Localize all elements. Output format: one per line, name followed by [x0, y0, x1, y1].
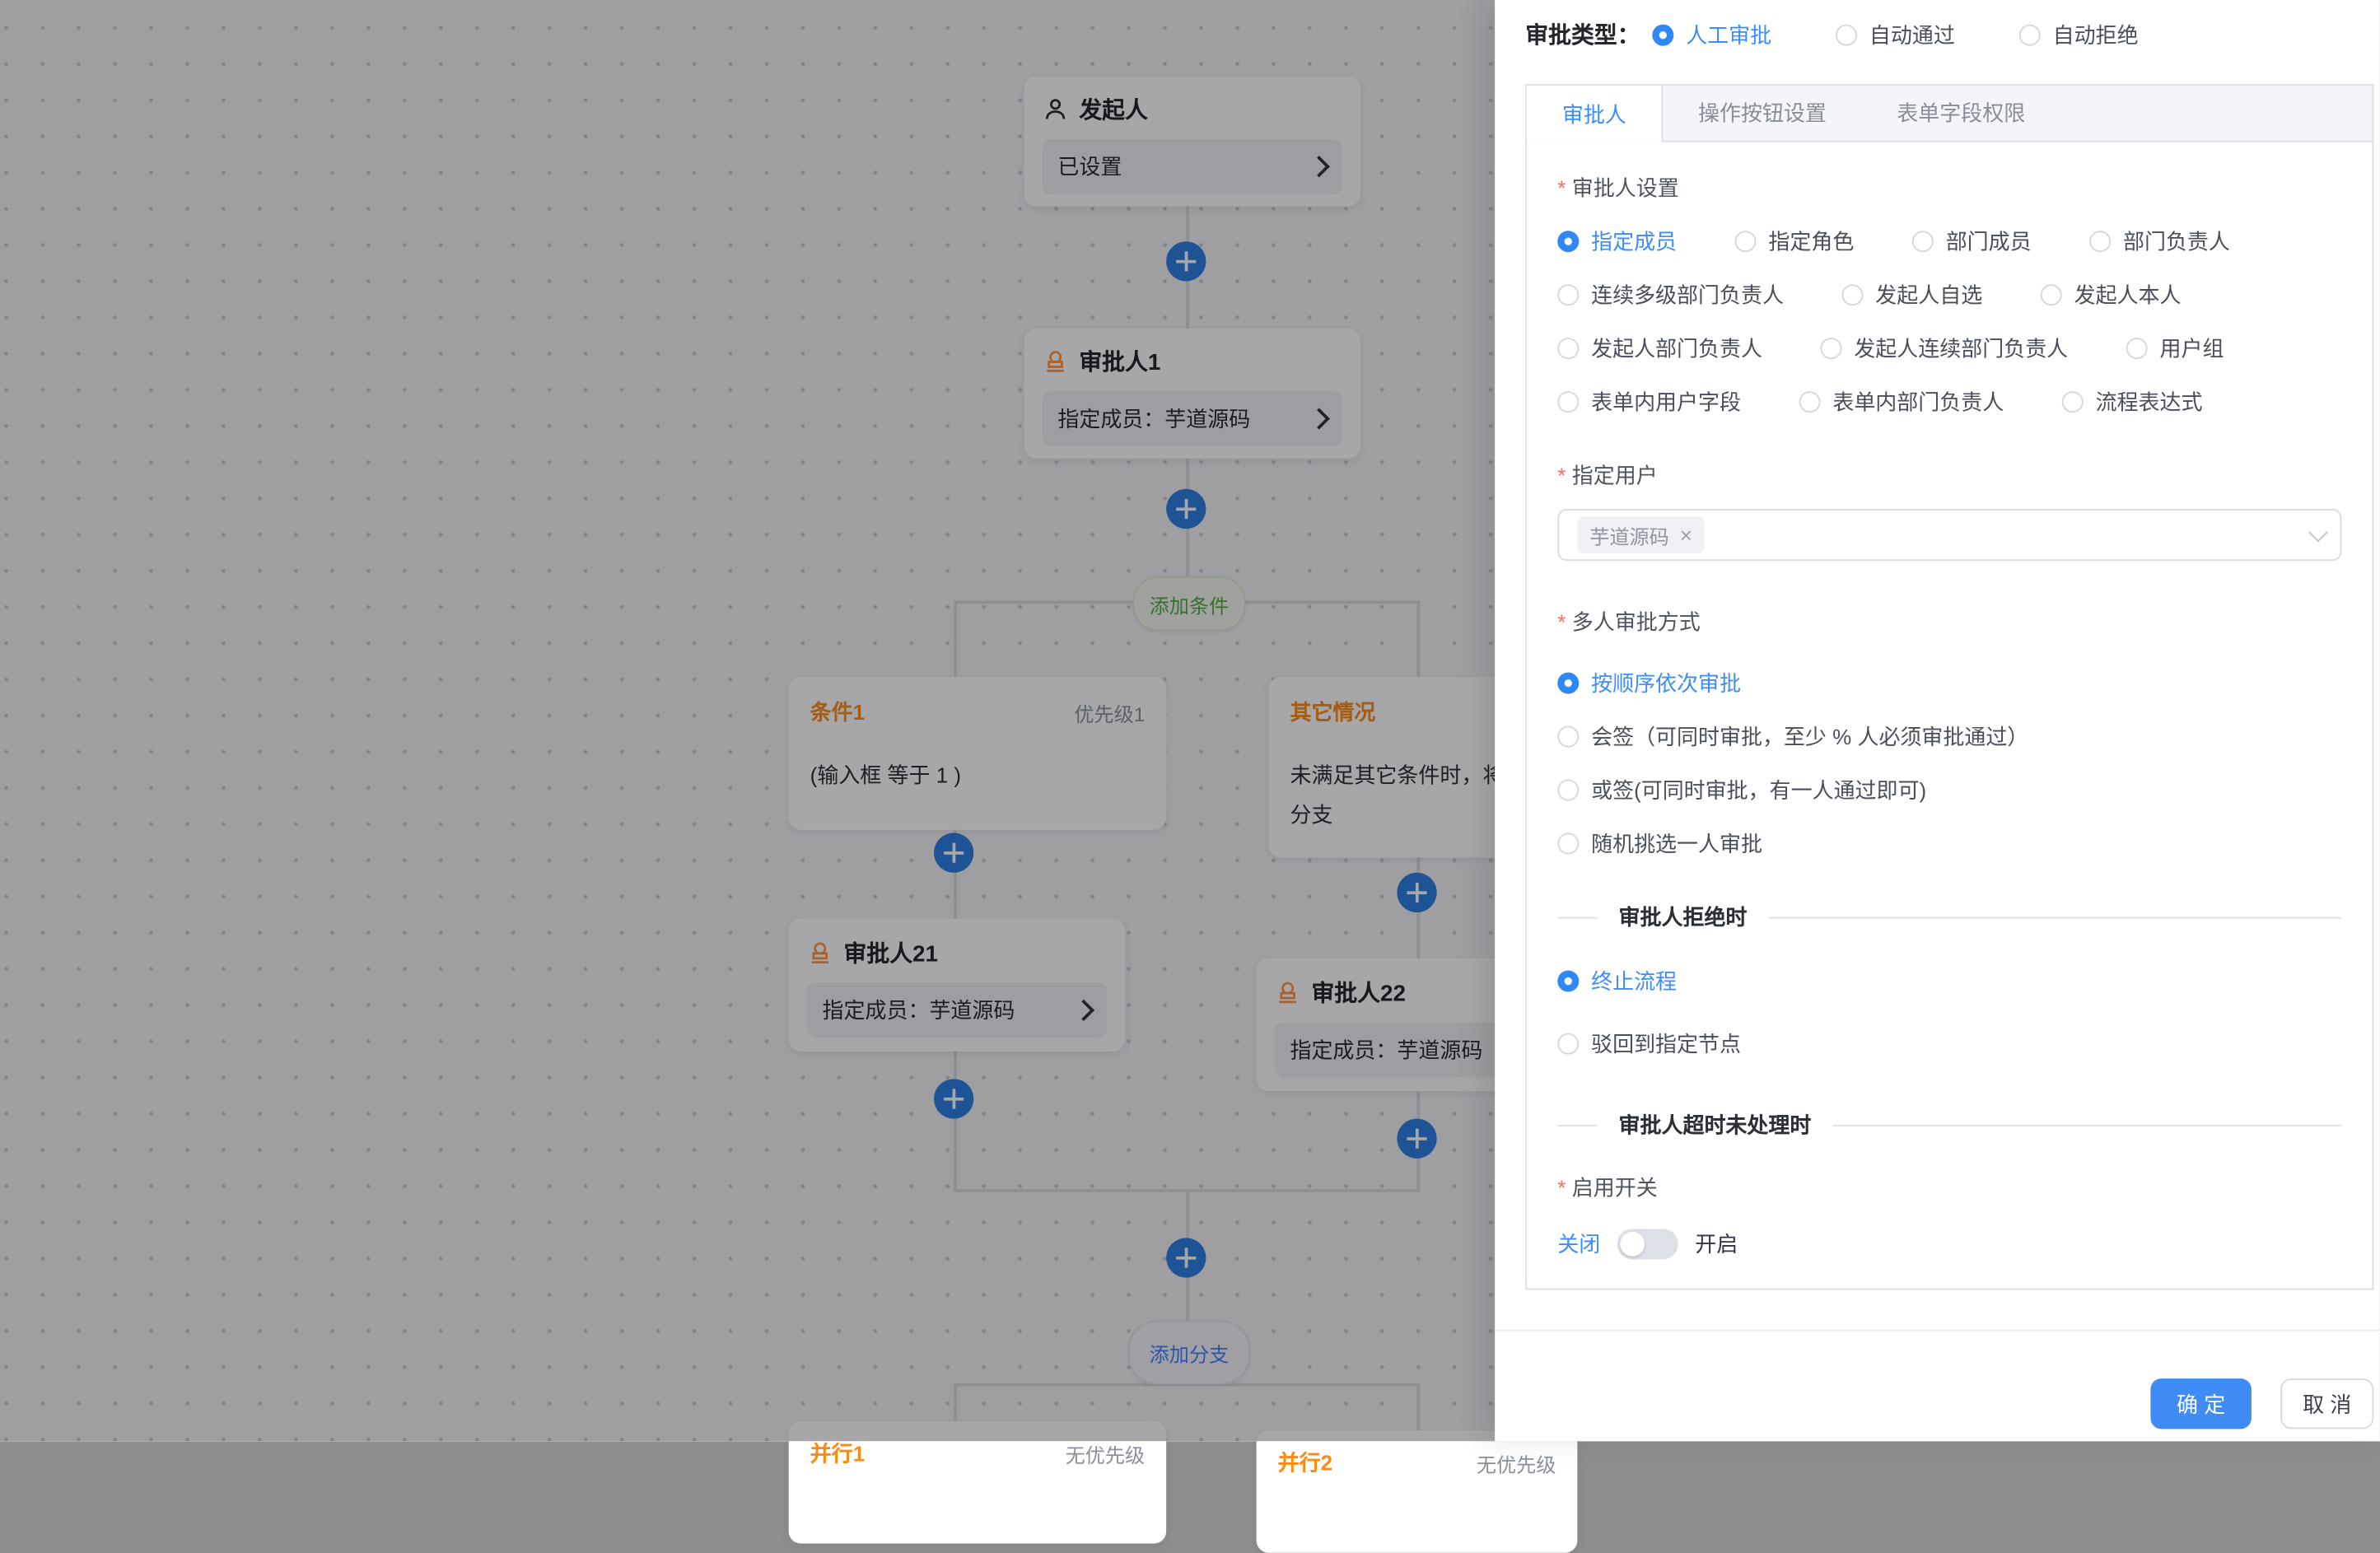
tab-header: 审批人 操作按钮设置 表单字段权限: [1527, 86, 2372, 142]
radio-icon: [1557, 833, 1579, 855]
required-asterisk: *: [1557, 610, 1566, 635]
radio-icon: [1557, 338, 1579, 359]
radio-countersign[interactable]: 会签（可同时审批，至少 % 人必须审批通过）: [1557, 721, 2028, 752]
radio-icon: [1820, 338, 1841, 359]
assign-user-label: * 指定用户: [1557, 460, 2341, 491]
timeout-section-divider: 审批人超时未处理时: [1557, 1109, 2341, 1140]
switch-off-label: 关闭: [1557, 1229, 1600, 1259]
radio-icon: [2041, 284, 2062, 305]
approver-settings-dialog: 审批类型： 人工审批 自动通过 自动拒绝 审批人 操作按钮设: [1495, 0, 2380, 1441]
timeout-switch-row: 关闭 开启: [1557, 1227, 2341, 1261]
radio-icon: [1735, 231, 1757, 252]
radio-orsign[interactable]: 或签(可同时审批，有一人通过即可): [1557, 775, 1926, 805]
radio-icon: [1836, 24, 1857, 45]
radio-dept-member[interactable]: 部门成员: [1912, 226, 2032, 257]
radio-icon: [1557, 1033, 1579, 1055]
radio-manual-approval[interactable]: 人工审批: [1652, 19, 1771, 49]
radio-icon: [1557, 780, 1579, 801]
radio-icon: [1799, 391, 1821, 413]
radio-form-dept-leader[interactable]: 表单内部门负责人: [1799, 387, 2004, 417]
approval-type-label: 审批类型：: [1525, 18, 1640, 50]
radio-return-to-node[interactable]: 驳回到指定节点: [1557, 1028, 1741, 1059]
node-parallel2[interactable]: 并行2 无优先级: [1257, 1430, 1578, 1552]
tab-form-field-permission[interactable]: 表单字段权限: [1862, 86, 2060, 141]
approval-type-row: 审批类型： 人工审批 自动通过 自动拒绝: [1525, 18, 2138, 50]
confirm-button[interactable]: 确 定: [2150, 1378, 2251, 1429]
radio-icon: [1557, 231, 1579, 252]
radio-icon: [2019, 24, 2041, 45]
radio-initiator-self[interactable]: 发起人本人: [2041, 280, 2182, 310]
radio-icon: [1557, 971, 1579, 992]
radio-user-group[interactable]: 用户组: [2126, 333, 2224, 364]
radio-icon: [1557, 284, 1579, 305]
timeout-toggle[interactable]: [1617, 1229, 1678, 1259]
reject-section-divider: 审批人拒绝时: [1557, 902, 2341, 932]
selected-user-tag: 芋道源码 ×: [1577, 516, 1704, 553]
timeout-section-title: 审批人超时未处理时: [1598, 1109, 1833, 1140]
enable-switch-label: * 启用开关: [1557, 1173, 2341, 1203]
tab-approver[interactable]: 审批人: [1527, 86, 1663, 142]
radio-form-user-field[interactable]: 表单内用户字段: [1557, 387, 1741, 417]
radio-icon: [2126, 338, 2148, 359]
radio-terminate-process[interactable]: 终止流程: [1557, 966, 1677, 996]
tab-button-settings[interactable]: 操作按钮设置: [1663, 86, 1861, 141]
radio-icon: [2089, 231, 2111, 252]
tab-body: * 审批人设置 指定成员 指定角色 部门成员 部门负责人: [1527, 142, 2372, 1289]
branch-title: 并行2: [1278, 1448, 1332, 1478]
required-asterisk: *: [1557, 463, 1566, 487]
radio-icon: [1841, 284, 1863, 305]
footer-divider: [1495, 1330, 2380, 1331]
radio-icon: [1912, 231, 1934, 252]
radio-auto-reject[interactable]: 自动拒绝: [2019, 19, 2139, 49]
cancel-button[interactable]: 取 消: [2280, 1378, 2373, 1429]
radio-icon: [2062, 391, 2084, 413]
radio-dept-leader[interactable]: 部门负责人: [2089, 226, 2230, 257]
app-stage: 发起人 已设置 审批人1 指定成员：芋道源码 添加条件: [0, 0, 2380, 1441]
radio-initiator-multi-dept-leader[interactable]: 发起人连续部门负责人: [1820, 333, 2068, 364]
radio-process-expression[interactable]: 流程表达式: [2062, 387, 2203, 417]
radio-icon: [1557, 726, 1579, 748]
settings-tabs: 审批人 操作按钮设置 表单字段权限 * 审批人设置 指定成员 指定角色: [1525, 84, 2373, 1290]
branch-priority: 无优先级: [1477, 1448, 1556, 1477]
required-asterisk: *: [1557, 1175, 1566, 1200]
radio-multi-level-dept-leader[interactable]: 连续多级部门负责人: [1557, 280, 1784, 310]
switch-on-label: 开启: [1695, 1229, 1738, 1259]
reject-section-title: 审批人拒绝时: [1598, 902, 1769, 932]
assign-user-select[interactable]: 芋道源码 ×: [1557, 509, 2341, 561]
radio-assigned-member[interactable]: 指定成员: [1557, 226, 1677, 257]
chevron-down-icon: [2308, 522, 2328, 542]
branch-title: 并行1: [810, 1438, 865, 1468]
tag-close-icon[interactable]: ×: [1680, 525, 1692, 546]
multi-mode-label: * 多人审批方式: [1557, 607, 2341, 637]
radio-auto-approve[interactable]: 自动通过: [1836, 19, 1955, 49]
branch-priority: 无优先级: [1066, 1439, 1146, 1467]
radio-assigned-role[interactable]: 指定角色: [1735, 226, 1855, 257]
approver-setup-label: * 审批人设置: [1557, 173, 2341, 203]
radio-icon: [1652, 24, 1673, 45]
radio-sequential-approval[interactable]: 按顺序依次审批: [1557, 668, 1741, 698]
radio-icon: [1557, 673, 1579, 694]
radio-initiator-select[interactable]: 发起人自选: [1841, 280, 1982, 310]
radio-random-one[interactable]: 随机挑选一人审批: [1557, 828, 1762, 859]
radio-icon: [1557, 391, 1579, 413]
radio-initiator-dept-leader[interactable]: 发起人部门负责人: [1557, 333, 1762, 364]
required-asterisk: *: [1557, 175, 1566, 200]
